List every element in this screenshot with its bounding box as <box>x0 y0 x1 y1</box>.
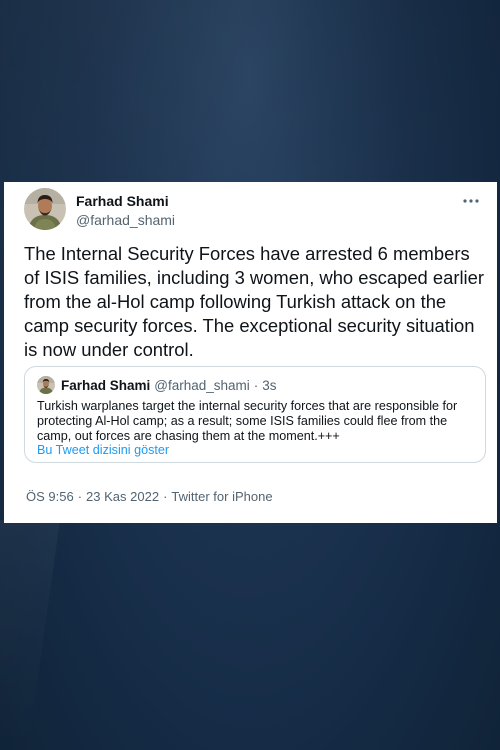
tweet-card: Farhad Shami @farhad_shami The Internal … <box>4 182 497 523</box>
quoted-author-handle: @farhad_shami <box>154 377 250 393</box>
background-decoration <box>0 520 60 750</box>
show-thread-link[interactable]: Bu Tweet dizisini göster <box>37 443 169 458</box>
quoted-author-name: Farhad Shami <box>61 377 151 393</box>
avatar[interactable] <box>24 188 66 230</box>
author-name[interactable]: Farhad Shami <box>76 193 175 210</box>
quoted-avatar-image <box>37 376 55 394</box>
quoted-timestamp: 3s <box>262 377 277 393</box>
tweet-date[interactable]: 23 Kas 2022 <box>86 489 159 504</box>
quoted-tweet-text: Turkish warplanes target the internal se… <box>37 399 458 443</box>
quoted-separator: · <box>253 377 259 393</box>
tweet-source: Twitter for iPhone <box>171 489 273 504</box>
author-handle[interactable]: @farhad_shami <box>76 211 175 229</box>
quoted-tweet[interactable]: Farhad Shami @farhad_shami · 3s Turkish … <box>24 366 486 463</box>
meta-separator: · <box>163 489 168 504</box>
tweet-time[interactable]: ÖS 9:56 <box>26 489 74 504</box>
more-horizontal-icon <box>463 199 479 203</box>
quoted-avatar <box>37 376 55 394</box>
quoted-tweet-header: Farhad Shami @farhad_shami · 3s <box>37 375 277 395</box>
meta-separator: · <box>77 489 83 504</box>
avatar-image <box>24 188 66 230</box>
tweet-text: The Internal Security Forces have arrest… <box>24 243 484 360</box>
tweet-header: Farhad Shami @farhad_shami <box>24 188 481 234</box>
more-options-button[interactable] <box>461 194 481 208</box>
author-block: Farhad Shami @farhad_shami <box>76 193 175 229</box>
tweet-metadata: ÖS 9:56 · 23 Kas 2022 · Twitter for iPhone <box>26 489 273 505</box>
